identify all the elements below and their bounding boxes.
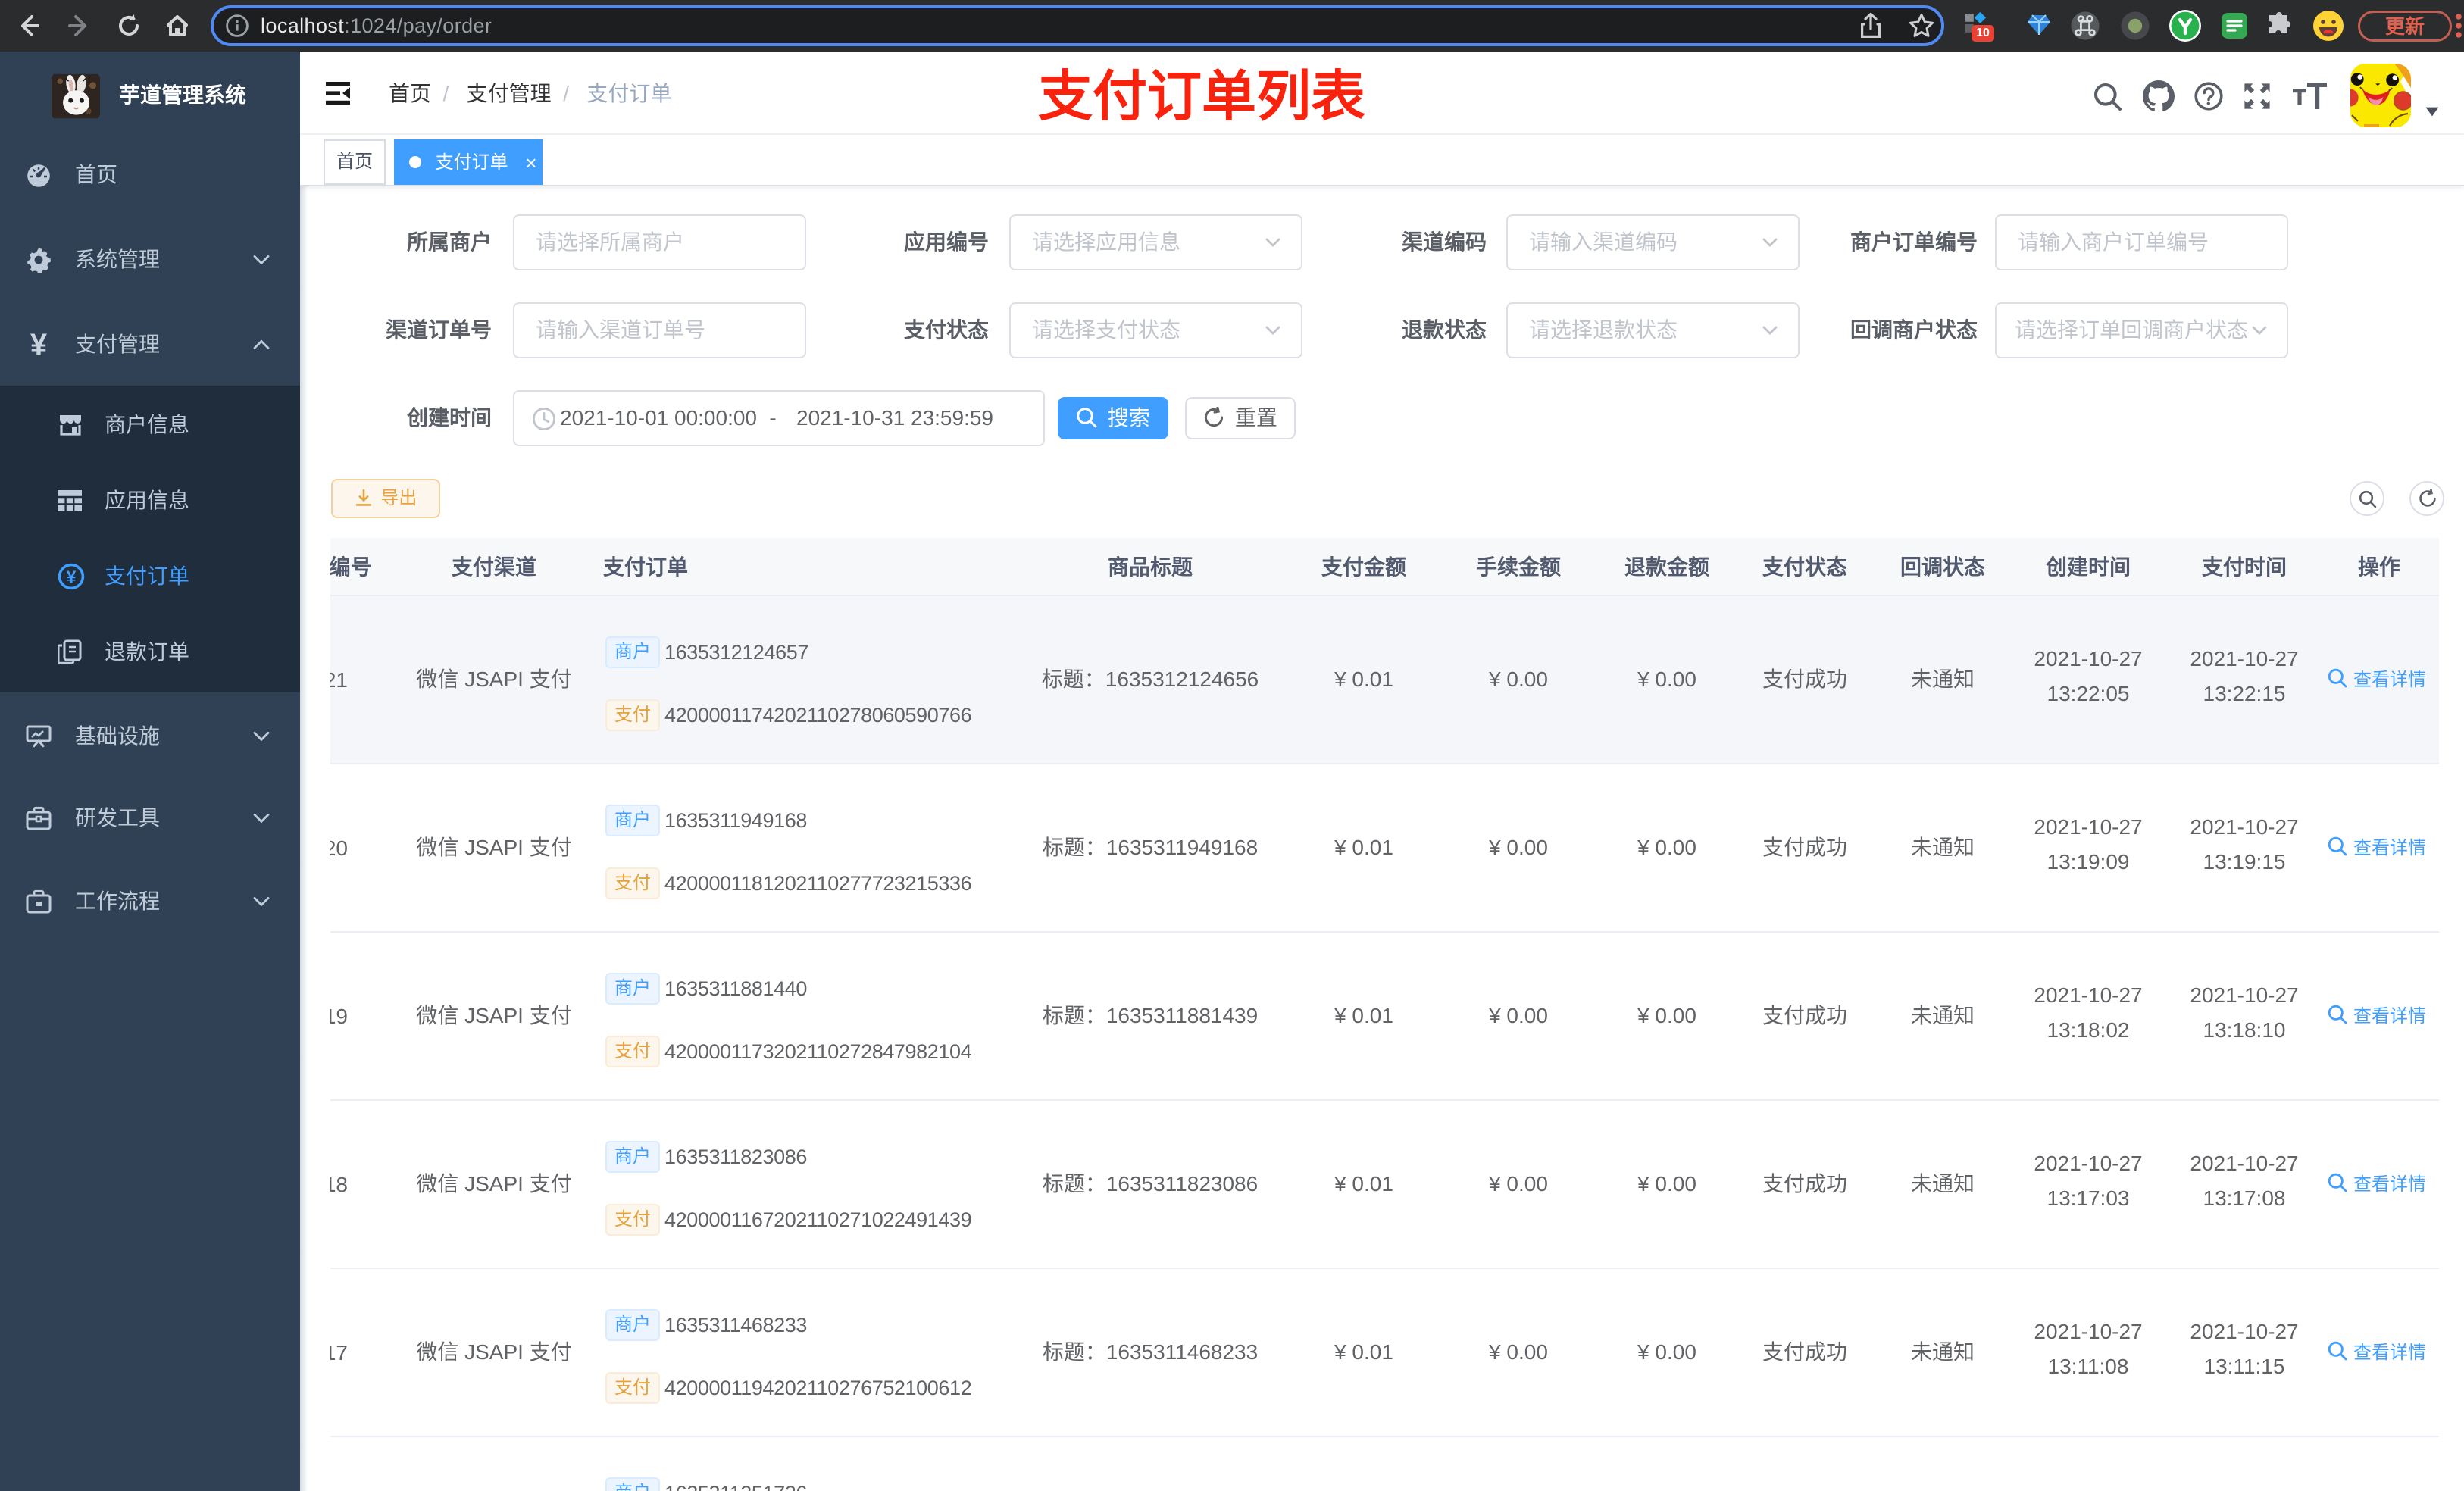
- svg-text:¥: ¥: [67, 567, 77, 586]
